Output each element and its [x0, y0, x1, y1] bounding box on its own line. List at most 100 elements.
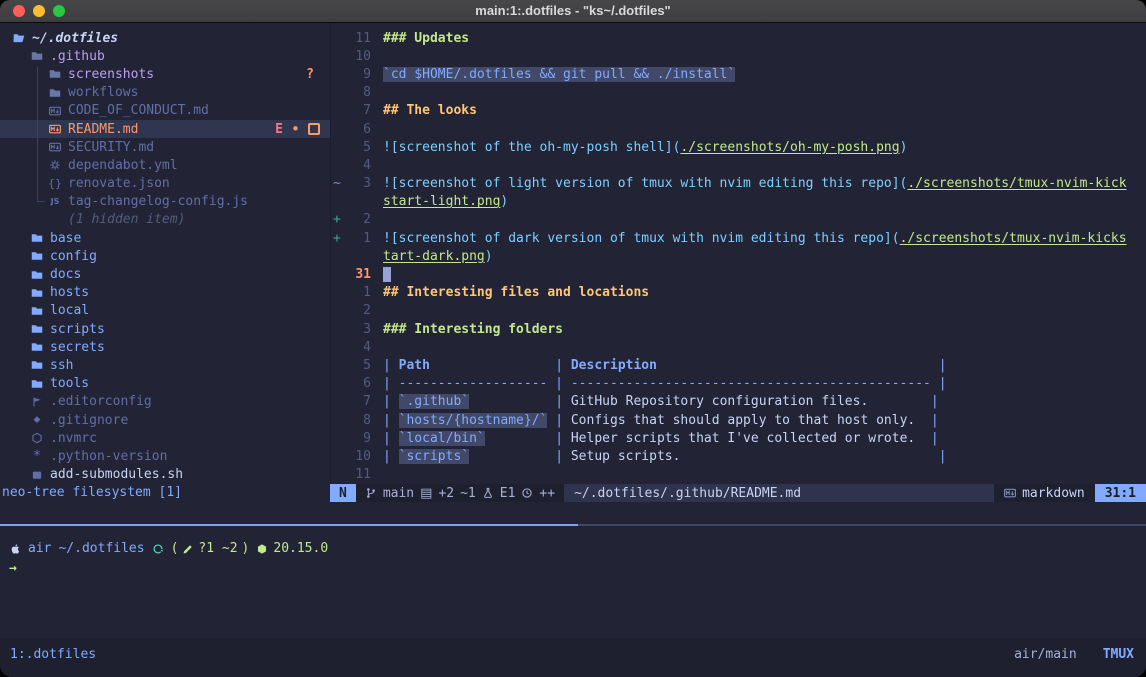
buffer-line[interactable]: 6| ------------------- | ---------------… — [331, 375, 1146, 393]
tree-item-ssh[interactable]: ssh — [0, 356, 330, 374]
titlebar: main:1:.dotfiles - "ks~/.dotfiles" — [0, 0, 1146, 23]
buffer-line[interactable]: 5![screenshot of the oh-my-posh shell](.… — [331, 138, 1146, 156]
prompt-host: air — [28, 540, 51, 558]
tree-item-workflows[interactable]: workflows — [0, 84, 330, 102]
line-number: 8 — [349, 85, 371, 100]
markdown-icon — [1004, 487, 1016, 499]
tree-item-docs[interactable]: docs — [0, 265, 330, 283]
tree-item-readme-md[interactable]: README.mdE• — [0, 120, 330, 138]
tree-item-security-md[interactable]: SECURITY.md — [0, 138, 330, 156]
line-number: 9 — [349, 67, 371, 82]
buffer-line[interactable]: 7## The looks — [331, 102, 1146, 120]
tree-item-tools[interactable]: tools — [0, 375, 330, 393]
markdown-link: ./screenshots/oh-my-posh.png — [680, 140, 899, 155]
tree-item-label: tag-changelog-config.js — [68, 194, 248, 209]
tree-item-dotfiles[interactable]: ~/.dotfiles — [0, 29, 330, 47]
buffer-line[interactable]: 1## Interesting files and locations — [331, 284, 1146, 302]
tree-item-label: ~/.dotfiles — [32, 31, 118, 46]
tree-item-config[interactable]: config — [0, 247, 330, 265]
folder-icon — [31, 269, 43, 281]
folder-icon — [49, 68, 61, 80]
tree-item-nvmrc[interactable]: .nvmrc — [0, 429, 330, 447]
markdown-file-icon — [49, 123, 61, 135]
buffer-line[interactable]: tart-dark.png) — [331, 247, 1146, 265]
tree-item-github[interactable]: .github — [0, 47, 330, 65]
tree-item-renovate-json[interactable]: {}renovate.json — [0, 175, 330, 193]
editor-buffer: 11### Updates109`cd $HOME/.dotfiles && g… — [331, 29, 1146, 484]
buffer-line[interactable]: 6 — [331, 120, 1146, 138]
tree-guide-elbow — [37, 201, 45, 202]
tree-item-base[interactable]: base — [0, 229, 330, 247]
folder-icon — [49, 87, 61, 99]
buffer-line[interactable]: 11 — [331, 466, 1146, 484]
buffer-line[interactable]: 8 — [331, 84, 1146, 102]
folder-open-icon — [13, 32, 25, 44]
folder-icon — [31, 232, 43, 244]
buffer-line[interactable]: 2 — [331, 302, 1146, 320]
line-number: 10 — [349, 449, 371, 464]
tree-item-dependabot-yml[interactable]: dependabot.yml — [0, 156, 330, 174]
tree-item-label: hosts — [50, 285, 89, 300]
folder-icon — [31, 250, 43, 262]
buffer-line[interactable]: 4 — [331, 338, 1146, 356]
tmux-window-tab[interactable]: 1:.dotfiles — [10, 647, 96, 662]
inline-code: `cd $HOME/.dotfiles && git pull && ./ins… — [383, 67, 735, 82]
markdown-link: tart-dark.png — [383, 249, 485, 264]
buffer-line[interactable]: 3### Interesting folders — [331, 320, 1146, 338]
tree-item-scripts[interactable]: scripts — [0, 320, 330, 338]
buffer-line[interactable]: start-light.png) — [331, 193, 1146, 211]
tree-item-tag-changelog-config-js[interactable]: JStag-changelog-config.js — [0, 193, 330, 211]
tree-item-add-submodules-sh[interactable]: add-submodules.sh — [0, 466, 330, 484]
shell-prompt: air ~/.dotfiles (?1 ~2) 20.15.0 — [0, 528, 1146, 558]
buffer-line[interactable]: 31 — [331, 265, 1146, 283]
shell-input-line[interactable]: → — [0, 558, 1146, 578]
tree-item-1-hidden-item[interactable]: (1 hidden item) — [0, 211, 330, 229]
buffer-line[interactable]: 8| `hosts/{hostname}/` | Configs that sh… — [331, 411, 1146, 429]
tree-item-python-version[interactable]: *.python-version — [0, 447, 330, 465]
tree-item-screenshots[interactable]: screenshots? — [0, 65, 330, 83]
markdown-link: ./screenshots/tmux-nvim-kick — [907, 176, 1126, 191]
line-number: 2 — [349, 303, 371, 318]
zoom-button[interactable] — [53, 5, 65, 17]
close-button[interactable] — [13, 5, 25, 17]
statusline-filetype: markdown — [994, 484, 1095, 502]
buffer-line[interactable]: ~3![screenshot of light version of tmux … — [331, 175, 1146, 193]
clock-icon — [521, 487, 533, 499]
git-branch-name: main — [383, 486, 414, 501]
tree-item-label: screenshots — [68, 67, 154, 82]
asterisk-icon: * — [34, 448, 41, 464]
terminal-window: main:1:.dotfiles - "ks~/.dotfiles" ~/.do… — [0, 0, 1146, 677]
neo-tree-statusline: neo-tree filesystem [1] — [0, 484, 332, 502]
buffer-line[interactable]: 7| `.github` | GitHub Repository configu… — [331, 393, 1146, 411]
unstaged-square-marker — [308, 123, 320, 135]
tree-item-label: .editorconfig — [50, 394, 152, 409]
buffer-line[interactable]: 9| `local/bin` | Helper scripts that I'v… — [331, 429, 1146, 447]
tmux-pane-divider[interactable] — [0, 524, 1146, 526]
tree-item-code-of-conduct-md[interactable]: CODE_OF_CONDUCT.md — [0, 102, 330, 120]
buffer-line[interactable]: 4 — [331, 156, 1146, 174]
buffer-line[interactable]: 9 `cd $HOME/.dotfiles && git pull && ./in… — [331, 65, 1146, 83]
tree-item-editorconfig[interactable]: .editorconfig — [0, 393, 330, 411]
tree-item-label: renovate.json — [68, 176, 170, 191]
tree-item-label: add-submodules.sh — [50, 467, 183, 482]
tree-item-label: .nvmrc — [50, 431, 97, 446]
buffer-line[interactable]: +2 — [331, 211, 1146, 229]
folder-icon — [31, 323, 43, 335]
buffer-line[interactable]: 11### Updates — [331, 29, 1146, 47]
tree-item-secrets[interactable]: secrets — [0, 338, 330, 356]
buffer-line[interactable]: 10| `scripts` | Setup scripts. | — [331, 447, 1146, 465]
minimize-button[interactable] — [33, 5, 45, 17]
buffer-line[interactable]: +1![screenshot of dark version of tmux w… — [331, 229, 1146, 247]
tree-item-hosts[interactable]: hosts — [0, 284, 330, 302]
tree-item-local[interactable]: local — [0, 302, 330, 320]
file-diff-icon: ▤ — [420, 486, 432, 501]
tree-item-gitignore[interactable]: ◆.gitignore — [0, 411, 330, 429]
line-text: ![screenshot of light version of tmux wi… — [383, 176, 1127, 191]
gear-icon — [49, 159, 61, 171]
markdown-file-icon — [49, 141, 61, 153]
folder-icon — [31, 305, 43, 317]
line-text: ## The looks — [383, 103, 477, 118]
buffer-line[interactable]: 10 — [331, 47, 1146, 65]
buffer-line[interactable]: 5| Path | Description | — [331, 356, 1146, 374]
statusline-extra: ++ — [539, 486, 555, 501]
